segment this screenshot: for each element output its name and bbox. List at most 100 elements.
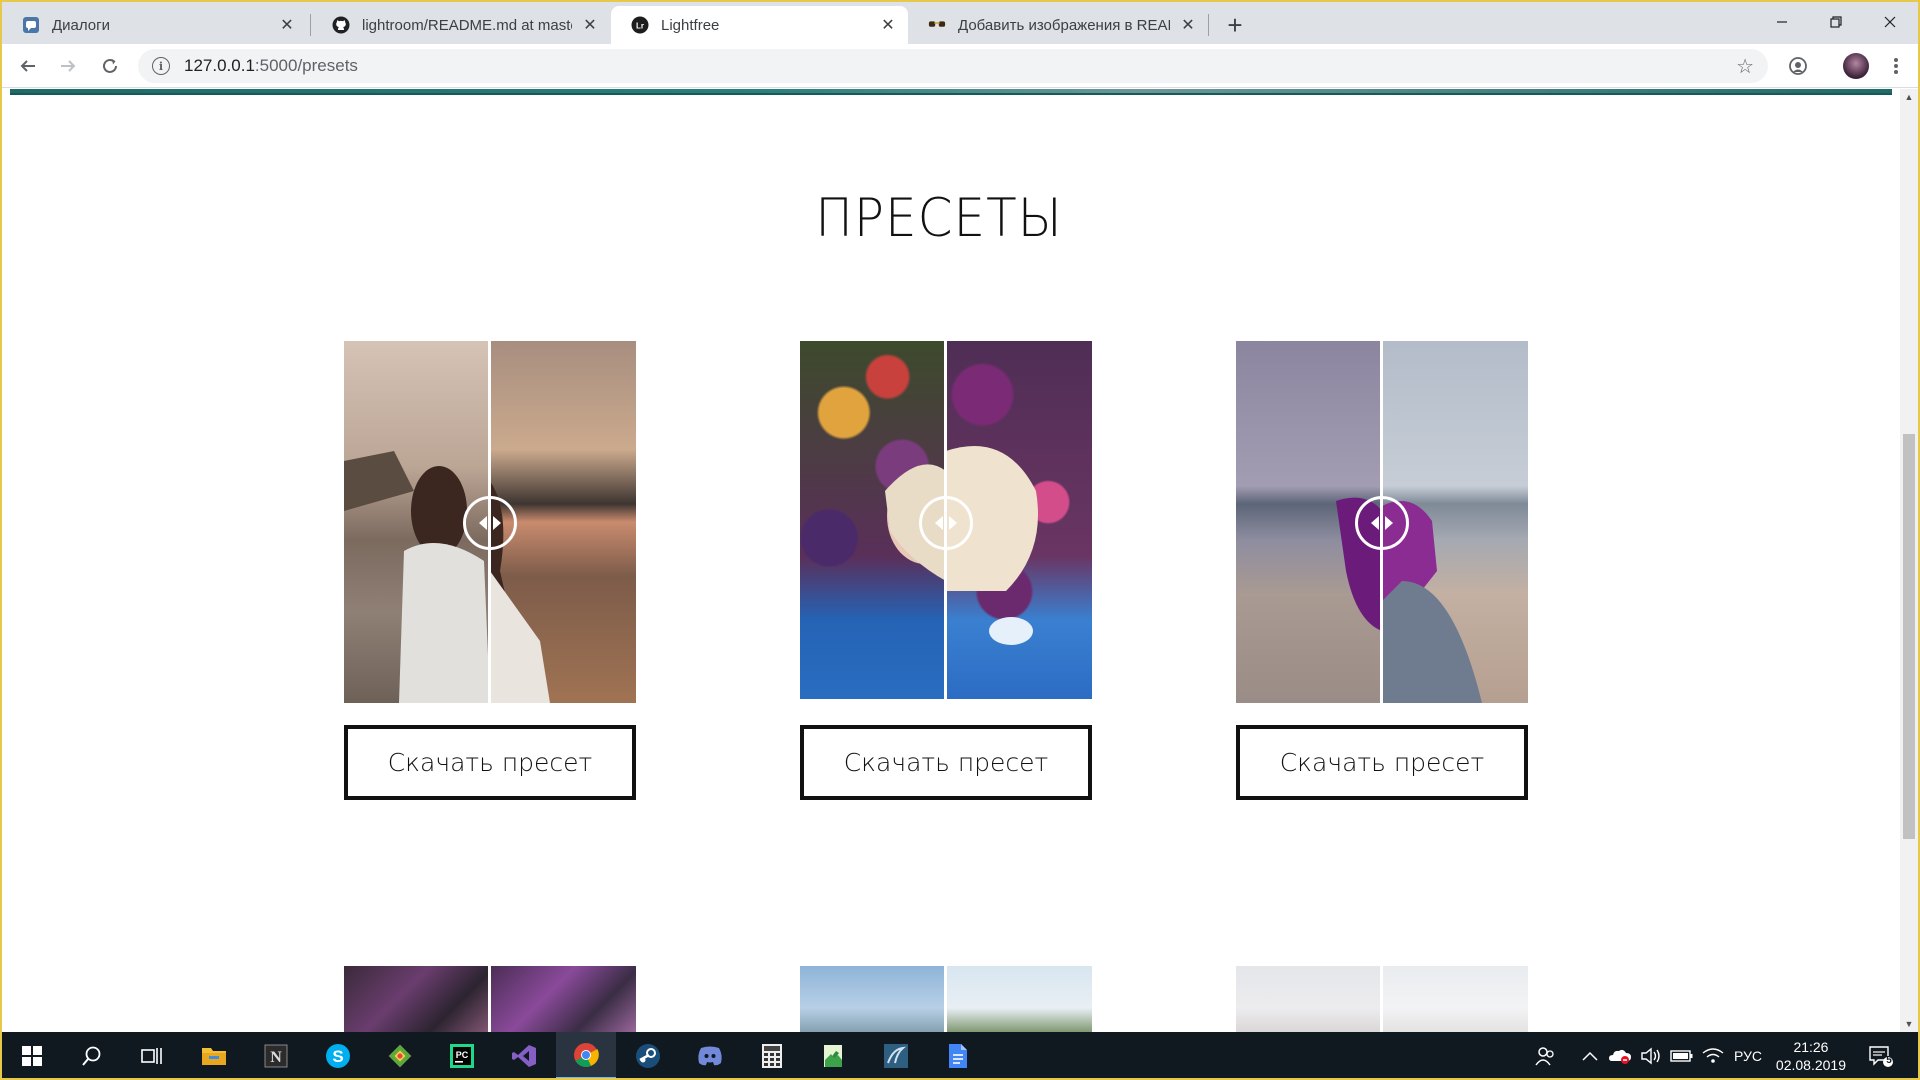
steam-icon[interactable] [618, 1032, 678, 1078]
calculator-icon[interactable] [742, 1032, 802, 1078]
lightroom-icon: Lr [631, 16, 649, 34]
people-icon[interactable] [1534, 1032, 1556, 1078]
tab-separator [310, 14, 311, 36]
svg-text:N: N [270, 1049, 282, 1066]
before-after-slider[interactable] [1236, 341, 1528, 703]
slider-divider [488, 966, 491, 1032]
battery-icon[interactable] [1670, 1032, 1694, 1078]
before-image [800, 966, 946, 1032]
language-indicator[interactable]: РУС [1734, 1032, 1762, 1078]
windows-taskbar: N S PC РУС 21:26 02.08.2019 5 [2, 1032, 1918, 1078]
task-view-icon[interactable] [122, 1032, 182, 1078]
download-preset-button[interactable]: Скачать пресет [344, 725, 636, 800]
windows-start-icon[interactable] [2, 1032, 62, 1078]
visual-studio-icon[interactable] [494, 1032, 554, 1078]
svg-text:PC: PC [456, 1050, 469, 1060]
before-after-slider[interactable] [344, 341, 636, 703]
tab-title: lightroom/README.md at master [362, 16, 572, 34]
slider-divider [1380, 966, 1383, 1032]
git-icon[interactable] [370, 1032, 430, 1078]
tab-lightfree[interactable]: Lr Lightfree ✕ [611, 6, 908, 44]
page-viewport: ПРЕСЕТЫ Скачать пресет Скачать пресет Ск… [2, 89, 1900, 1032]
mysql-workbench-icon[interactable] [866, 1032, 926, 1078]
close-icon[interactable]: ✕ [277, 15, 297, 35]
reload-icon[interactable] [94, 50, 126, 82]
after-image [490, 966, 636, 1032]
preset-card: Скачать пресет [344, 341, 636, 800]
before-image [1236, 966, 1382, 1032]
tab-add-images[interactable]: Добавить изображения в READM ✕ [908, 6, 1208, 44]
svg-text:Lr: Lr [636, 22, 644, 31]
preset-thumbnail[interactable] [1236, 966, 1528, 1032]
sunglasses-icon [928, 16, 946, 34]
restore-icon[interactable] [1808, 2, 1864, 42]
pycharm-icon[interactable]: PC [432, 1032, 492, 1078]
slider-divider [944, 966, 947, 1032]
url-text: 127.0.0.1:5000/presets [184, 56, 358, 76]
tab-github-readme[interactable]: lightroom/README.md at master ✕ [312, 6, 610, 44]
tab-dialogs[interactable]: Диалоги ✕ [2, 6, 307, 44]
extension-icon[interactable] [1784, 52, 1812, 80]
file-explorer-icon[interactable] [184, 1032, 244, 1078]
download-preset-button[interactable]: Скачать пресет [1236, 725, 1528, 800]
page-title: ПРЕСЕТЫ [815, 187, 1063, 249]
close-icon[interactable]: ✕ [878, 15, 898, 35]
hero-image-edge [10, 89, 1892, 95]
preset-thumbnail[interactable] [344, 966, 636, 1032]
tab-separator [1208, 14, 1209, 36]
tab-title: Добавить изображения в READM [958, 16, 1170, 34]
scroll-down-icon[interactable]: ▼ [1900, 1016, 1918, 1032]
onedrive-icon[interactable] [1608, 1032, 1632, 1078]
close-icon[interactable]: ✕ [1178, 15, 1198, 35]
docs-icon[interactable] [928, 1032, 988, 1078]
slider-handle-icon[interactable] [463, 496, 517, 550]
notion-icon[interactable]: N [246, 1032, 306, 1078]
minimize-icon[interactable] [1754, 2, 1810, 42]
scroll-up-icon[interactable]: ▲ [1900, 89, 1918, 105]
browser-window: Диалоги ✕ lightroom/README.md at master … [0, 0, 1920, 1080]
profile-avatar[interactable] [1842, 52, 1870, 80]
close-window-icon[interactable] [1862, 2, 1918, 42]
close-icon[interactable]: ✕ [580, 15, 600, 35]
after-image [946, 966, 1092, 1032]
volume-icon[interactable] [1640, 1032, 1662, 1078]
browser-toolbar: i 127.0.0.1:5000/presets ☆ [2, 44, 1918, 88]
chrome-icon[interactable] [556, 1032, 616, 1078]
svg-text:S: S [332, 1047, 343, 1066]
clock-time: 21:26 [1793, 1039, 1829, 1055]
url-path: :5000/presets [254, 56, 358, 75]
wifi-icon[interactable] [1702, 1032, 1724, 1078]
slider-handle-icon[interactable] [1355, 496, 1409, 550]
preset-card: Скачать пресет [1236, 341, 1528, 800]
menu-icon[interactable] [1882, 52, 1910, 80]
new-tab-button[interactable]: + [1220, 10, 1250, 40]
notification-count: 5 [1886, 1055, 1892, 1066]
preset-thumbnail[interactable] [800, 966, 1092, 1032]
bookmark-star-icon[interactable]: ☆ [1736, 54, 1754, 79]
before-image [344, 966, 490, 1032]
site-info-icon[interactable]: i [152, 57, 170, 75]
search-icon[interactable] [62, 1032, 122, 1078]
address-bar[interactable]: i 127.0.0.1:5000/presets ☆ [138, 49, 1768, 83]
preset-card: Скачать пресет [800, 341, 1092, 800]
discord-icon[interactable] [680, 1032, 740, 1078]
after-image [1382, 966, 1528, 1032]
forward-icon[interactable] [52, 50, 84, 82]
page-scrollbar[interactable]: ▲ ▼ [1900, 89, 1918, 1032]
tab-title: Lightfree [661, 16, 720, 34]
tab-title: Диалоги [52, 16, 110, 34]
scrollbar-thumb[interactable] [1903, 434, 1915, 839]
notepad-icon[interactable] [804, 1032, 864, 1078]
notifications-icon[interactable]: 5 [1868, 1032, 1894, 1078]
clock[interactable]: 21:26 02.08.2019 [1776, 1038, 1846, 1074]
skype-icon[interactable]: S [308, 1032, 368, 1078]
download-preset-button[interactable]: Скачать пресет [800, 725, 1092, 800]
slider-handle-icon[interactable] [919, 496, 973, 550]
url-host: 127.0.0.1 [184, 56, 255, 75]
before-after-slider[interactable] [800, 341, 1092, 699]
tab-strip: Диалоги ✕ lightroom/README.md at master … [2, 2, 1918, 44]
chevron-up-icon[interactable] [1582, 1032, 1598, 1078]
vk-icon [22, 16, 40, 34]
back-icon[interactable] [12, 50, 44, 82]
clock-date: 02.08.2019 [1775, 1057, 1846, 1073]
